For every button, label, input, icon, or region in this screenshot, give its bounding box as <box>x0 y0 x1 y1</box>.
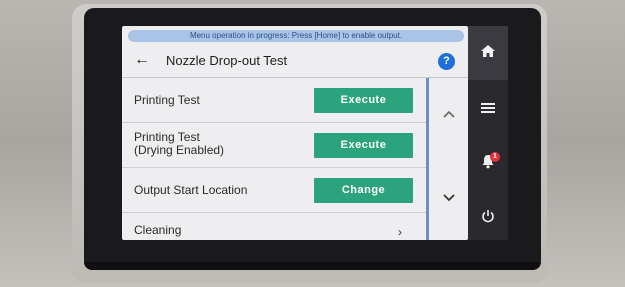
scroll-column <box>429 78 468 240</box>
home-icon <box>480 44 496 63</box>
chevron-right-icon: › <box>398 225 402 239</box>
notification-badge: 1 <box>490 152 500 162</box>
list-item-printing-test: Printing Test Execute <box>122 78 426 123</box>
row-label: Cleaning <box>134 223 182 237</box>
scroll-up-icon[interactable] <box>429 106 468 122</box>
execute-drying-button[interactable]: Execute <box>314 133 413 158</box>
row-label-line1: Printing Test <box>134 130 200 144</box>
sidebar: 1 <box>468 26 508 240</box>
home-button[interactable] <box>468 26 508 80</box>
list-item-printing-test-drying: Printing Test (Drying Enabled) Execute <box>122 123 426 168</box>
row-label: Printing Test <box>134 93 200 107</box>
execute-button[interactable]: Execute <box>314 88 413 113</box>
touch-screen: Menu operation in progress: Press [Home]… <box>122 26 468 240</box>
back-arrow-icon[interactable]: ← <box>134 50 150 70</box>
title-bar: ← Nozzle Drop-out Test ? <box>122 44 468 78</box>
row-label-line2: (Drying Enabled) <box>134 143 225 157</box>
help-icon[interactable]: ? <box>438 53 455 70</box>
scroll-down-icon[interactable] <box>429 190 468 206</box>
power-icon <box>481 209 495 228</box>
change-button[interactable]: Change <box>314 178 413 203</box>
page-title: Nozzle Drop-out Test <box>166 53 288 68</box>
menu-button[interactable] <box>468 90 508 130</box>
menu-list: Printing Test Execute Printing Test (Dry… <box>122 78 426 240</box>
status-banner: Menu operation in progress: Press [Home]… <box>128 30 464 42</box>
screen-frame-bottom <box>84 262 541 270</box>
power-button[interactable] <box>468 198 508 238</box>
row-label: Output Start Location <box>134 183 248 197</box>
notifications-button[interactable]: 1 <box>468 144 508 184</box>
list-item-output-start-location: Output Start Location Change <box>122 168 426 213</box>
list-item-cleaning[interactable]: Cleaning › <box>122 213 426 240</box>
menu-icon <box>481 101 495 119</box>
